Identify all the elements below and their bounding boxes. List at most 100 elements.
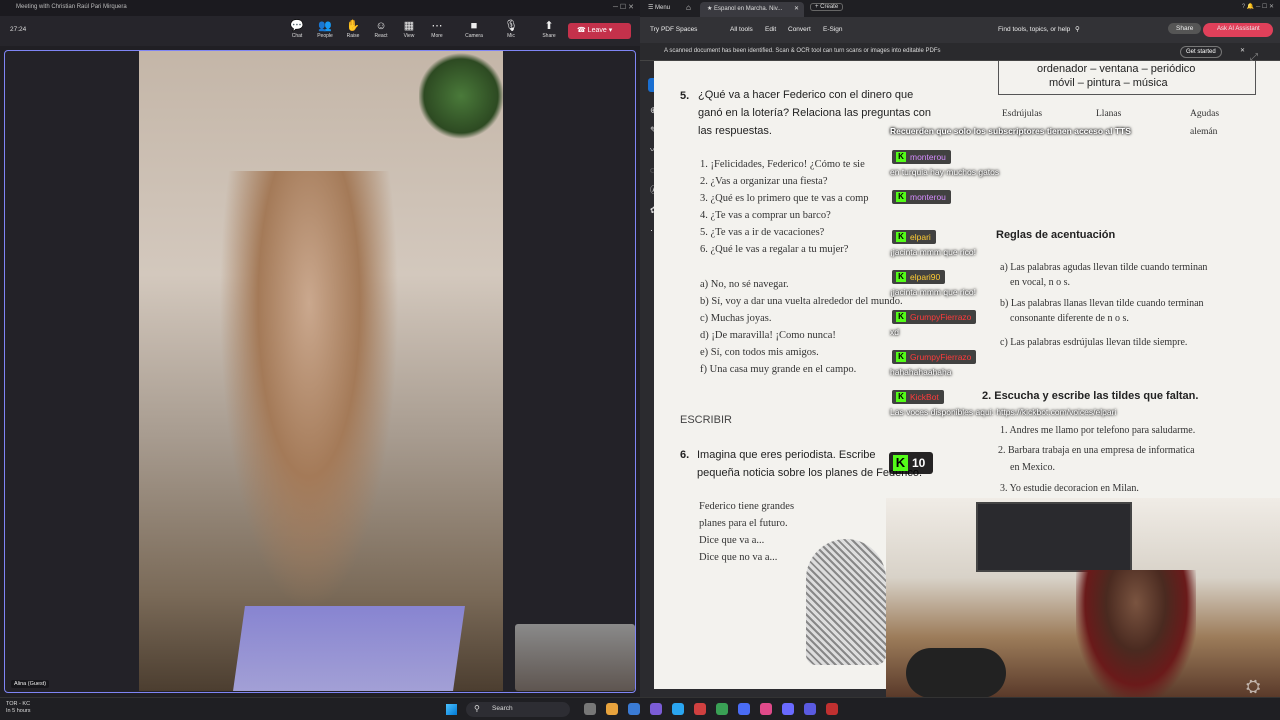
q6-line: Imagina que eres periodista. Escribe — [697, 449, 876, 461]
app-icon[interactable] — [716, 703, 728, 715]
question-item: 3. ¿Qué es lo primero que te vas a comp — [700, 193, 869, 204]
toolbar-item[interactable]: All tools — [730, 26, 753, 33]
star-icon: ★ — [707, 6, 715, 12]
mic-icon: 🎙 — [504, 20, 518, 32]
get-started-button[interactable]: Get started — [1180, 46, 1222, 58]
teams-meeting-window: Meeting with Christian Raúl Pari Mirquer… — [0, 0, 640, 697]
chat-message-text: Las voces disponibles aqui: https://kick… — [890, 407, 1117, 417]
people-icon: 👥 — [318, 20, 332, 32]
toolbar-label: Camera — [465, 33, 483, 39]
search-icon: ⚲ — [474, 704, 480, 713]
chat-message-text: en turquia hay muchos gatos — [890, 167, 1000, 177]
person-figure — [219, 171, 399, 611]
chat-message-text: xd — [890, 327, 899, 337]
taskbar-search[interactable]: ⚲ Search — [466, 702, 570, 717]
camera-icon: ■ — [470, 20, 478, 32]
word-box: ordenador – ventana – periódico móvil – … — [998, 61, 1256, 95]
menu-button[interactable]: ☰ Menu — [648, 4, 670, 11]
toolbar-view-button[interactable]: ▦ View — [396, 19, 422, 39]
kick-viewer-badge: K 10 — [889, 452, 933, 474]
start-button-icon[interactable] — [446, 704, 457, 715]
explorer-icon[interactable] — [628, 703, 640, 715]
toolbar-people-button[interactable]: 👥 People — [312, 19, 338, 39]
self-view-video[interactable] — [515, 624, 635, 691]
chat-username-text: monterou — [910, 192, 946, 202]
share-button[interactable]: Share — [1168, 23, 1202, 34]
question-item: 2. ¿Vas a organizar una fiesta? — [700, 176, 828, 187]
stream-chat-overlay: Recuerden que solo los subscriptores tie… — [886, 122, 1256, 422]
ask-ai-button[interactable]: Ask AI Assistant — [1203, 23, 1273, 37]
toolbar-react-button[interactable]: ☺ React — [368, 19, 394, 39]
toolbar-raise-button[interactable]: ✋ Raise — [340, 19, 366, 39]
col-header-esdrujulas: Esdrújulas — [1002, 109, 1043, 119]
files-icon[interactable] — [606, 703, 618, 715]
toolbar-mic-button[interactable]: 🎙 Mic — [498, 19, 524, 39]
kick-badge-icon: K — [896, 352, 906, 362]
pdf-icon[interactable] — [826, 703, 838, 715]
kick-badge-icon: K — [896, 272, 906, 282]
col-header-agudas: Agudas — [1190, 109, 1220, 119]
chat-username-text: KickBot — [910, 392, 939, 402]
chat-icon: 💬 — [290, 20, 304, 32]
close-tab-icon[interactable]: ✕ — [794, 5, 799, 12]
toolbar-label: People — [317, 33, 333, 39]
answer-item: f) Una casa muy grande en el campo. — [700, 364, 857, 375]
chat-message-text: hahahahaahaha — [890, 367, 952, 377]
participant-video — [139, 51, 503, 691]
banner-text: A scanned document has been identified. … — [664, 48, 941, 54]
window-controls[interactable]: ? 🔔 ─ ☐ ✕ — [1242, 3, 1274, 10]
leave-button[interactable]: ☎ Leave ▾ — [568, 23, 631, 39]
app-icon[interactable] — [760, 703, 772, 715]
meeting-toolbar: 27:24 💬 Chat 👥 People ✋ Raise ☺ React ▦ View ⋯ More… — [0, 16, 640, 46]
edge-icon[interactable] — [672, 703, 684, 715]
toolbar-item[interactable]: E-Sign — [823, 26, 843, 33]
kick-logo-icon: K — [893, 455, 908, 471]
toolbar-chat-button[interactable]: 💬 Chat — [284, 19, 310, 39]
toolbar-item[interactable]: Edit — [765, 26, 776, 33]
raise-hand-icon: ✋ — [346, 20, 360, 32]
chat-username: Kelpari90 — [892, 270, 946, 284]
tv — [976, 502, 1132, 572]
find-input[interactable]: Find tools, topics, or help — [998, 26, 1070, 33]
more-icon: ⋯ — [431, 20, 443, 32]
close-banner-icon[interactable]: ✕ — [1240, 47, 1245, 54]
toolbar-more-button[interactable]: ⋯ More — [424, 19, 450, 39]
window-controls[interactable]: ─ ☐ ✕ — [613, 3, 634, 11]
q5-number: 5. — [680, 90, 690, 102]
escribir-heading: ESCRIBIR — [680, 414, 732, 426]
illustration — [806, 539, 886, 665]
participant-name-label: Alina (Guest) — [11, 680, 50, 688]
chat-username: K KickBot — [892, 390, 944, 404]
question-item: 6. ¿Qué le vas a regalar a tu mujer? — [700, 244, 849, 255]
word-box-line2: móvil – pintura – música — [1049, 77, 1168, 89]
weather-widget[interactable]: TOR - KC In 5 hours — [6, 701, 30, 715]
toolbar-item[interactable]: Convert — [788, 26, 811, 33]
streamer-webcam: ⛭ — [886, 498, 1280, 697]
app-icon[interactable] — [650, 703, 662, 715]
zoom-icon[interactable]: ⤢ — [1250, 52, 1258, 63]
kick-badge-icon: K — [896, 392, 906, 402]
new-tab-button[interactable]: + Create — [810, 3, 844, 11]
toolbar-label: More — [431, 33, 443, 39]
chat-pinned-message: Recuerden que solo los subscriptores tie… — [890, 126, 1131, 136]
try-pdf-spaces[interactable]: Try PDF Spaces — [650, 26, 697, 33]
tab-active[interactable]: ★ Espanol en Marcha. Niv... ✕ — [700, 2, 804, 17]
exercise-2-line: 2. Barbara trabaja en una empresa de inf… — [998, 445, 1195, 456]
q6-prompt: planes para el futuro. — [699, 518, 788, 529]
q5-line: las respuestas. — [698, 125, 772, 137]
teams-icon[interactable] — [782, 703, 794, 715]
q6-prompt: Federico tiene grandes — [699, 501, 795, 512]
chrome-icon[interactable] — [694, 703, 706, 715]
chat-message-text: ¡jacinta mmm que rico! — [890, 287, 976, 297]
home-icon[interactable]: ⌂ — [686, 3, 691, 12]
search-icon[interactable]: ⚲ — [1075, 25, 1080, 33]
task-view-icon[interactable] — [584, 703, 596, 715]
app-icon[interactable] — [804, 703, 816, 715]
app-icon[interactable] — [738, 703, 750, 715]
chat-username-text: elpari — [910, 232, 931, 242]
toolbar-share-button[interactable]: ⬆ Share — [536, 19, 562, 39]
tab-strip: ☰ Menu ⌂ ★ Espanol en Marcha. Niv... ✕ + … — [640, 0, 1280, 17]
tab-title: Espanol en Marcha. Niv... — [714, 6, 783, 12]
kick-badge-icon: K — [896, 232, 906, 242]
toolbar-camera-button[interactable]: ■ Camera — [461, 19, 487, 39]
